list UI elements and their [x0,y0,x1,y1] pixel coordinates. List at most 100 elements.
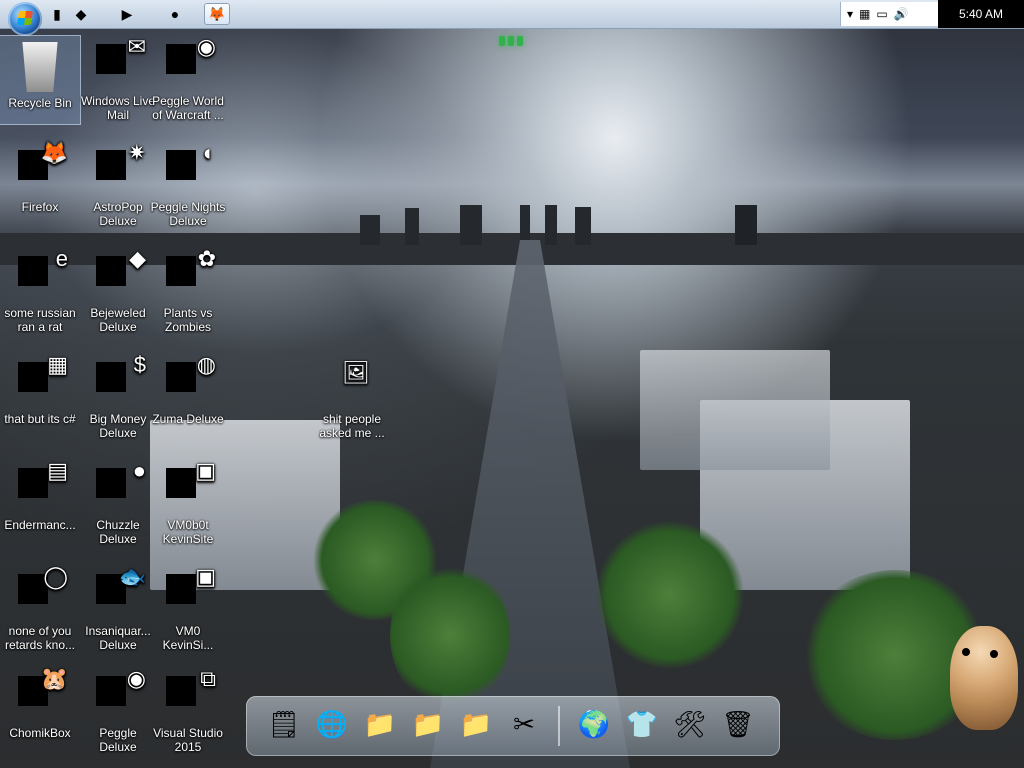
taskbar: ▮ ◆ ▶ ● 🦊 ▾ ▦ ▭ 🔊 5:40 AM [0,0,1024,36]
settings-icon: 🛠 [673,708,707,739]
endermanc-icon: ▤ [16,460,68,514]
desktop-icon-label: Peggle Deluxe [99,726,137,754]
desktop-icon-zuma-deluxe[interactable]: ◍ Zuma Deluxe [148,354,228,442]
start-button[interactable] [8,2,42,36]
desktop-icon-label: shit people asked me ... [319,412,385,440]
folder-icon: 📁 [459,708,493,739]
desktop-icon-plants-vs-zombies[interactable]: ✿ Plants vs Zombies [148,248,228,336]
dock-settings[interactable]: 🛠 [668,702,712,746]
desktop-icon-label: Big Money Deluxe [89,412,147,440]
chuzzle-deluxe-icon: ● [94,460,146,514]
hamster-icon[interactable] [950,626,1018,730]
astropop-deluxe-icon: ✷ [94,142,146,196]
desktop-icon-chuzzle-deluxe[interactable]: ● Chuzzle Deluxe [78,460,158,548]
chevron-down-icon[interactable]: ▾ [847,8,853,20]
desktop-icon-peggle-deluxe[interactable]: ◉ Peggle Deluxe [78,668,158,756]
notes-icon: 🗒 [267,708,301,739]
shit-people-asked-me-icon: 🖼 [342,360,370,385]
that-but-its-c-sharp-icon: ▦ [16,354,68,408]
windows-live-mail-icon: ✉ [94,36,146,90]
desktop-icon-visual-studio-2015[interactable]: ⧉ Visual Studio 2015 [148,668,228,756]
dock-internet[interactable]: 🌍 [572,702,616,746]
firefox-icon: 🦊 [208,6,226,22]
dock-separator [558,706,560,746]
dock-globe-doc[interactable]: 🌐 [310,702,354,746]
chomikbox-icon: 🐹 [16,668,68,722]
desktop-icon-recycle-bin[interactable]: Recycle Bin [0,35,81,125]
tshirt-icon: 👕 [625,708,659,739]
dock-folder-2[interactable]: 📁 [406,702,450,746]
desktop-icon-chomikbox[interactable]: 🐹 ChomikBox [0,668,80,756]
bejeweled-deluxe-icon: ◆ [94,248,146,302]
desktop-icon-peggle-world-of-warcraft[interactable]: ◉ Peggle World of Warcraft ... [148,36,228,124]
dock-tools[interactable]: ✂ [502,702,546,746]
desktop-icon-that-but-its-c-sharp[interactable]: ▦ that but its c# [0,354,80,442]
desktop-icon-label: Insaniquar... Deluxe [85,624,151,652]
app-red-square-icon: ▮ [53,6,61,22]
folder-icon: 📁 [411,708,445,739]
desktop-icon-firefox[interactable]: 🦊 Firefox [0,142,80,230]
clock[interactable]: 5:40 AM [938,0,1024,28]
big-money-deluxe-icon: $ [94,354,146,408]
desktop-icon-label: none of you retards kno... [4,624,76,652]
desktop-icon-label: Peggle Nights Deluxe [150,200,226,228]
desktop-icon-label: AstroPop Deluxe [93,200,143,228]
visual-studio-2015-icon: ⧉ [164,668,216,722]
dock-notes[interactable]: 🗒 [262,702,306,746]
desktop-icon-label: Plants vs Zombies [163,306,213,334]
taskbar-item-2[interactable]: ◆ [68,3,94,25]
vm0b0t-kevinsite-icon: ▣ [164,460,216,514]
desktop-icon-label: Visual Studio 2015 [153,726,223,754]
globe-doc-icon: 🌐 [315,708,349,739]
desktop-icon-big-money-deluxe[interactable]: $ Big Money Deluxe [78,354,158,442]
peggle-world-of-warcraft-icon: ◉ [164,36,216,90]
desktop-icon-vm0b0t-kevinsite[interactable]: ▣ VM0b0t KevinSite [148,460,228,548]
handle-icon[interactable] [496,36,526,48]
desktop-icon-label: Endermanc... [4,518,76,532]
folder-icon: 📁 [363,708,397,739]
volume-icon[interactable]: 🔊 [894,8,909,20]
black-circle-icon: ● [170,6,180,22]
desktop-icon-some-russian-ran-a-rat[interactable]: e some russian ran a rat [0,248,80,336]
monitor-icon[interactable]: ▭ [876,8,887,20]
media-player-icon: ▶ [121,6,133,22]
desktop-icon-insaniquarium-deluxe[interactable]: 🐟 Insaniquar... Deluxe [78,566,158,654]
zuma-deluxe-icon: ◍ [164,354,216,408]
network-icon[interactable]: ▦ [859,8,870,20]
taskbar-item-1[interactable]: ▮ [44,3,70,25]
desktop-icon-shit-people-asked-me[interactable]: 🖼 shit people asked me ... [312,354,392,442]
desktop-icon-windows-live-mail[interactable]: ✉ Windows Live Mail [78,36,158,124]
none-of-you-retards-know-icon: ◯ [16,566,68,620]
tools-icon: ✂ [513,708,535,739]
dock: 🗒 🌐 📁 📁 📁 ✂ 🌍 👕 🛠 🗑 [246,696,780,756]
desktop-icon-bejeweled-deluxe[interactable]: ◆ Bejeweled Deluxe [78,248,158,336]
desktop-icon-label: ChomikBox [9,726,71,740]
desktop-icon-label: Windows Live Mail [80,94,156,122]
globe-icon: 🌍 [577,708,611,739]
firefox-icon: 🦊 [16,142,68,196]
desktop-icon-label: Peggle World of Warcraft ... [152,94,224,122]
desktop-icon-label: Chuzzle Deluxe [96,518,140,546]
plants-vs-zombies-icon: ✿ [164,248,216,302]
desktop-icon-endermanc[interactable]: ▤ Endermanc... [0,460,80,548]
desktop-icon-label: some russian ran a rat [4,306,76,334]
taskbar-item-3[interactable]: ▶ [114,3,140,25]
desktop-icon-label: VM0b0t KevinSite [162,518,214,546]
desktop-icon-none-of-you-retards-know[interactable]: ◯ none of you retards kno... [0,566,80,654]
taskbar-item-4[interactable]: ● [162,3,188,25]
taskbar-item-firefox[interactable]: 🦊 [204,3,230,25]
some-russian-ran-a-rat-icon: e [16,248,68,302]
recycle-bin-icon: 🗑 [721,708,755,739]
recycle-bin-icon [22,42,58,92]
desktop-icon-astropop-deluxe[interactable]: ✷ AstroPop Deluxe [78,142,158,230]
dock-recycle-bin[interactable]: 🗑 [716,702,760,746]
system-tray: ▾ ▦ ▭ 🔊 [840,2,938,26]
dock-folder-1[interactable]: 📁 [358,702,402,746]
dock-tshirt[interactable]: 👕 [620,702,664,746]
desktop-icon-label: VM0 KevinSi... [162,624,214,652]
peggle-nights-deluxe-icon: ◐ [164,142,216,196]
desktop-icon-peggle-nights-deluxe[interactable]: ◐ Peggle Nights Deluxe [148,142,228,230]
desktop-icon-vm0-kevinsite[interactable]: ▣ VM0 KevinSi... [148,566,228,654]
desktop-icon-label: Firefox [21,200,59,214]
dock-folder-3[interactable]: 📁 [454,702,498,746]
